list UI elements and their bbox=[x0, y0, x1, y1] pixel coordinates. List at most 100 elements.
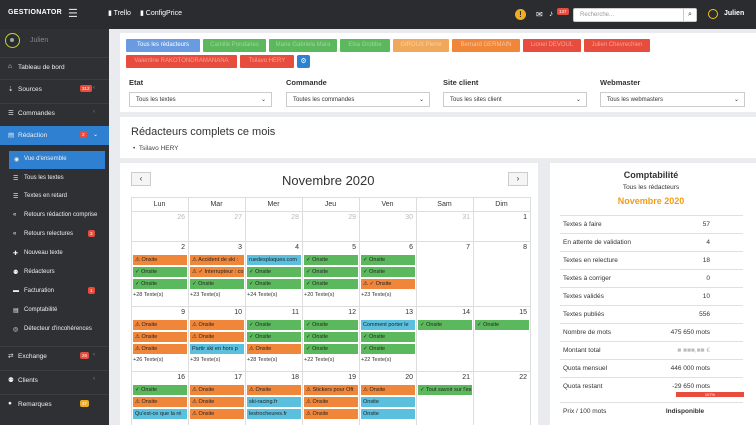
calendar-event[interactable]: ⚠ Onsite bbox=[304, 409, 358, 419]
calendar-event[interactable]: Onsite bbox=[361, 409, 415, 419]
calendar-event[interactable]: ✓ Onsite bbox=[361, 332, 415, 342]
sidebar-sub-detecteur[interactable]: ◎ Détecteur d'incohérences bbox=[0, 321, 109, 339]
more-texts-link[interactable]: +39 Texte(s) bbox=[190, 357, 220, 363]
mail-icon[interactable]: ✉ bbox=[536, 10, 543, 19]
calendar-event[interactable]: ⚠ Onsite bbox=[190, 332, 244, 342]
calendar-event[interactable]: ✓ Onsite bbox=[418, 320, 472, 330]
calendar-event[interactable]: ✓ Onsite bbox=[304, 267, 358, 277]
writer-tag[interactable]: Camille Pondaries bbox=[203, 39, 266, 52]
calendar-event[interactable]: Comment porter le bbox=[361, 320, 415, 330]
calendar-event[interactable]: ✓ Onsite bbox=[133, 267, 187, 277]
calendar-event[interactable]: ✓ Onsite bbox=[361, 344, 415, 354]
calendar-event[interactable]: ✓ Onsite bbox=[247, 320, 301, 330]
more-texts-link[interactable]: +22 Texte(s) bbox=[304, 357, 334, 363]
calendar-event[interactable]: ✓ Onsite bbox=[475, 320, 529, 330]
calendar-event[interactable]: ⚠ Onsite bbox=[133, 332, 187, 342]
calendar-event[interactable]: ⚠ Onsite bbox=[190, 385, 244, 395]
writer-tag-all[interactable]: Tous les rédacteurs bbox=[126, 39, 200, 52]
site-select[interactable]: Tous les sites client ⌄ bbox=[443, 92, 587, 107]
sidebar-item-commandes[interactable]: ☰ Commandes ‹ bbox=[0, 103, 109, 122]
sidebar-sub-comptabilite[interactable]: ▤ Comptabilité bbox=[0, 302, 109, 320]
calendar-event[interactable]: Onsite bbox=[361, 397, 415, 407]
calendar-event[interactable]: ⚠ Accident de ski : bbox=[190, 255, 244, 265]
sidebar-item-redaction[interactable]: ▤ Rédaction 2 ⌄ bbox=[0, 126, 109, 145]
settings-gear-icon[interactable]: ⚙ bbox=[297, 55, 310, 68]
calendar-event[interactable]: ⚠ Onsite bbox=[190, 320, 244, 330]
sidebar-item-clients[interactable]: ⚉ Clients ‹ bbox=[0, 370, 109, 389]
more-texts-link[interactable]: +24 Texte(s) bbox=[247, 292, 277, 298]
writer-tag[interactable]: Julien Chevrechien bbox=[584, 39, 650, 52]
trello-link[interactable]: ▮ Trello bbox=[108, 9, 131, 17]
more-texts-link[interactable]: +23 Texte(s) bbox=[361, 292, 391, 298]
calendar-event[interactable]: ✓ Onsite bbox=[190, 279, 244, 289]
writer-tag[interactable]: Lionel DEVOUL bbox=[523, 39, 581, 52]
calendar-event[interactable]: ⚠ Onsite bbox=[190, 397, 244, 407]
calendar-event[interactable]: ✓ Onsite bbox=[133, 279, 187, 289]
configprice-link[interactable]: ▮ ConfigPrice bbox=[140, 9, 182, 17]
calendar-event[interactable]: lestrocheures.fr bbox=[247, 409, 301, 419]
calendar-event[interactable]: ruedesplaques.com bbox=[247, 255, 301, 265]
calendar-event[interactable]: ⚠ Onsite bbox=[304, 397, 358, 407]
sidebar-item-sources[interactable]: ⇣ Sources 312 ‹ bbox=[0, 79, 109, 98]
calendar-event[interactable]: ✓ Onsite bbox=[247, 267, 301, 277]
writer-tag[interactable]: Elsa Grobbe bbox=[340, 39, 390, 52]
sidebar-sub-tous-les-textes[interactable]: ☰ Tous les textes bbox=[0, 170, 109, 188]
more-texts-link[interactable]: +23 Texte(s) bbox=[190, 292, 220, 298]
sidebar-sub-vue-ensemble[interactable]: ◉ Vue d'ensemble bbox=[9, 151, 105, 169]
calendar-event[interactable]: ✓ Onsite bbox=[361, 255, 415, 265]
webmaster-select[interactable]: Tous les webmasters ⌄ bbox=[600, 92, 745, 107]
app-logo[interactable]: GESTIONATOR bbox=[8, 9, 62, 16]
calendar-event[interactable]: ✓ Onsite bbox=[247, 332, 301, 342]
prev-month-button[interactable]: ‹ bbox=[131, 172, 151, 186]
bell-icon[interactable]: ♪ bbox=[549, 9, 553, 18]
calendar-event[interactable]: Partir ski en hors p bbox=[190, 344, 244, 354]
search-icon[interactable]: ⌕ bbox=[683, 9, 696, 21]
calendar-event[interactable]: ⚠ ✓ Onsite bbox=[361, 279, 415, 289]
more-texts-link[interactable]: +22 Texte(s) bbox=[361, 357, 391, 363]
calendar-event[interactable]: ⚠ Onsite bbox=[190, 409, 244, 419]
warning-icon[interactable]: ! bbox=[515, 9, 526, 20]
sidebar-item-exchange[interactable]: ⇄ Exchange 26 ‹ bbox=[0, 346, 109, 365]
calendar-event[interactable]: ✓ Onsite bbox=[304, 279, 358, 289]
calendar-event[interactable]: ⚠ Onsite bbox=[133, 344, 187, 354]
calendar-event[interactable]: ⚠ ✓ Interrupteur : co bbox=[190, 267, 244, 277]
calendar-event[interactable]: ⚠ Stickers pour Oft bbox=[304, 385, 358, 395]
menu-toggle-icon[interactable]: ☰ bbox=[68, 7, 78, 20]
more-texts-link[interactable]: +28 Texte(s) bbox=[247, 357, 277, 363]
calendar-event[interactable]: Qu'est-ce que la ré bbox=[133, 409, 187, 419]
writer-tag[interactable]: Marie Gabriela Mara bbox=[269, 39, 337, 52]
calendar-event[interactable]: ⚠ Onsite bbox=[247, 344, 301, 354]
calendar-event[interactable]: ski-racing.fr bbox=[247, 397, 301, 407]
calendar-event[interactable]: ⚠ Onsite bbox=[247, 385, 301, 395]
commande-select[interactable]: Toutes les commandes ⌄ bbox=[286, 92, 430, 107]
more-texts-link[interactable]: +28 Texte(s) bbox=[133, 292, 163, 298]
calendar-event[interactable]: ⚠ Onsite bbox=[133, 397, 187, 407]
calendar-event[interactable]: ✓ Onsite bbox=[304, 320, 358, 330]
calendar-event[interactable]: ✓ Onsite bbox=[304, 332, 358, 342]
sidebar-sub-facturation[interactable]: ▬ Facturation 1 bbox=[0, 283, 109, 301]
calendar-event[interactable]: ✓ Onsite bbox=[304, 344, 358, 354]
more-texts-link[interactable]: +20 Texte(s) bbox=[304, 292, 334, 298]
sidebar-sub-redacteurs[interactable]: ⚉ Rédacteurs bbox=[0, 264, 109, 282]
sidebar-item-remarques[interactable]: ● Remarques 37 bbox=[0, 394, 109, 413]
writer-tag[interactable]: Valentine RAKOTONDRAMANANA bbox=[126, 55, 237, 68]
calendar-event[interactable]: ⚠ Onsite bbox=[133, 320, 187, 330]
writer-tag[interactable]: Tsilavo HERY bbox=[240, 55, 294, 68]
etat-select[interactable]: Tous les textes ⌄ bbox=[129, 92, 272, 107]
writer-tag[interactable]: Bernard GERMAIN bbox=[452, 39, 520, 52]
sidebar-item-tableau-de-bord[interactable]: ⌂ Tableau de bord bbox=[0, 57, 109, 76]
calendar-event[interactable]: ✓ Tout savoir sur l'es bbox=[418, 385, 472, 395]
sidebar-sub-textes-en-retard[interactable]: ☰ Textes en retard bbox=[0, 188, 109, 206]
search-input[interactable]: Recherche... ⌕ bbox=[573, 8, 697, 22]
calendar-event[interactable]: ⚠ Onsite bbox=[361, 385, 415, 395]
more-texts-link[interactable]: +26 Texte(s) bbox=[133, 357, 163, 363]
calendar-event[interactable]: ✓ Onsite bbox=[361, 267, 415, 277]
calendar-event[interactable]: ✓ Onsite bbox=[304, 255, 358, 265]
calendar-event[interactable]: ✓ Onsite bbox=[247, 279, 301, 289]
sidebar-sub-retours-relectures[interactable]: « Retours relectures 3 bbox=[0, 226, 109, 244]
sidebar-sub-retours-redaction[interactable]: « Retours rédaction comprise bbox=[0, 207, 109, 225]
calendar-event[interactable]: ✓ Onsite bbox=[133, 385, 187, 395]
calendar-event[interactable]: ⚠ Onsite bbox=[133, 255, 187, 265]
next-month-button[interactable]: › bbox=[508, 172, 528, 186]
sidebar-sub-nouveau-texte[interactable]: ✚ Nouveau texte bbox=[0, 245, 109, 263]
